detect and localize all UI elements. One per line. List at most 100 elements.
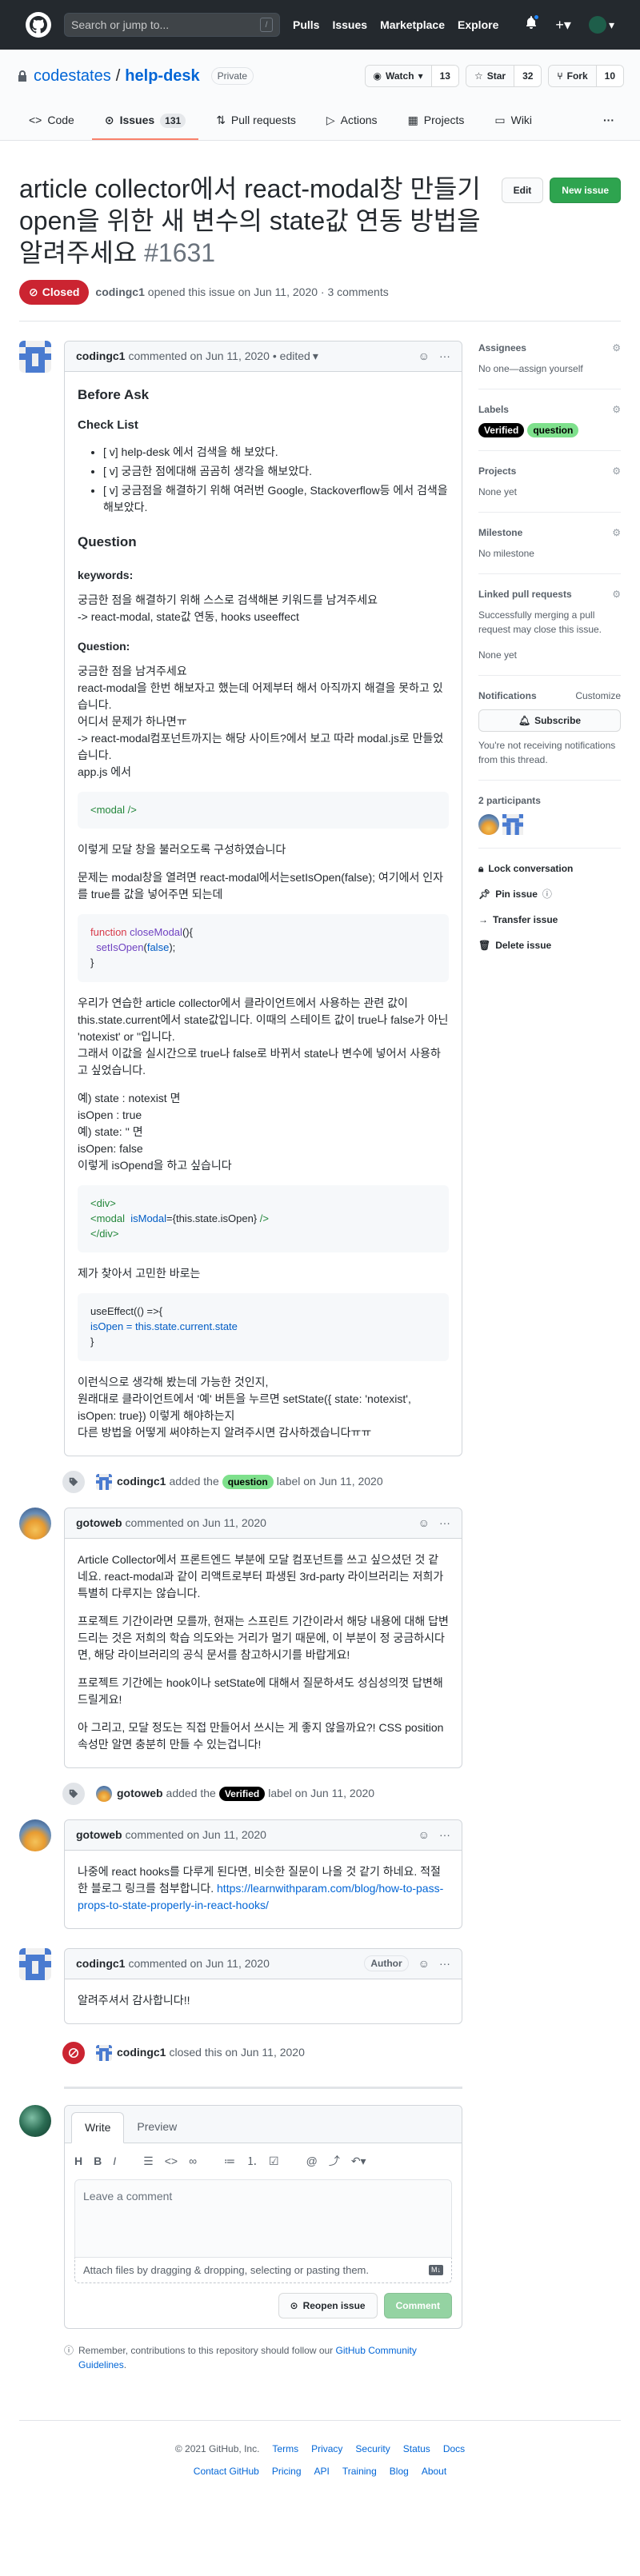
- watch-count[interactable]: 13: [431, 66, 458, 86]
- emoji-reaction-icon[interactable]: ☺: [418, 1515, 430, 1532]
- footer-link-about[interactable]: About: [422, 2464, 446, 2478]
- avatar-gotoweb-small[interactable]: [96, 1785, 112, 1802]
- footer-link-docs[interactable]: Docs: [443, 2442, 465, 2456]
- star-count[interactable]: 32: [514, 66, 542, 86]
- label-verified[interactable]: Verified: [478, 423, 525, 437]
- avatar-codingc1[interactable]: [19, 1947, 51, 1980]
- subscribe-button[interactable]: 🔔︎ Subscribe: [478, 709, 621, 732]
- notifications-bell-icon[interactable]: [525, 14, 541, 34]
- footer-link-status[interactable]: Status: [403, 2442, 430, 2456]
- event-actor[interactable]: gotoweb: [117, 1785, 163, 1802]
- nav-marketplace[interactable]: Marketplace: [380, 17, 445, 34]
- gear-icon[interactable]: ⚙: [612, 464, 621, 478]
- mention-icon[interactable]: @: [306, 2153, 318, 2170]
- bullet-list-icon[interactable]: ≔: [224, 2153, 235, 2170]
- more-tabs-button[interactable]: ···: [594, 106, 624, 140]
- avatar-codingc1-small[interactable]: [96, 1473, 112, 1490]
- avatar-codingc1[interactable]: [19, 341, 51, 373]
- write-tab[interactable]: Write: [71, 2111, 125, 2143]
- bold-icon[interactable]: B: [94, 2153, 102, 2170]
- preview-tab[interactable]: Preview: [124, 2112, 190, 2143]
- create-new-plus-icon[interactable]: +▾: [555, 14, 571, 36]
- reference-icon[interactable]: ⤴: [329, 2153, 340, 2170]
- comment-author[interactable]: codingc1: [76, 348, 125, 365]
- footer-link-training[interactable]: Training: [342, 2464, 377, 2478]
- tab-actions[interactable]: ▷ Actions: [314, 106, 390, 140]
- footer-link-contact[interactable]: Contact GitHub: [194, 2464, 259, 2478]
- repo-name-link[interactable]: help-desk: [125, 64, 199, 88]
- fork-button[interactable]: ⑂ Fork 10: [548, 65, 624, 87]
- label-question[interactable]: question: [222, 1474, 274, 1489]
- global-search-input[interactable]: Search or jump to... /: [64, 13, 280, 37]
- comment-menu-icon[interactable]: ···: [439, 1515, 450, 1532]
- code-icon[interactable]: <>: [165, 2153, 178, 2170]
- customize-link[interactable]: Customize: [575, 689, 621, 703]
- event-actor[interactable]: codingc1: [117, 1473, 166, 1490]
- avatar-gotoweb[interactable]: [19, 1507, 51, 1540]
- comment-menu-icon[interactable]: ···: [439, 348, 450, 365]
- comment-timestamp[interactable]: commented on Jun 11, 2020: [126, 1827, 266, 1843]
- label-question[interactable]: question: [527, 423, 579, 437]
- comment-author[interactable]: gotoweb: [76, 1515, 122, 1532]
- comment-submit-button[interactable]: Comment: [383, 2293, 452, 2319]
- reply-icon[interactable]: ↶▾: [351, 2153, 366, 2170]
- gear-icon[interactable]: ⚙: [612, 587, 621, 601]
- current-user-avatar[interactable]: [19, 2104, 51, 2137]
- tab-issues[interactable]: ⊙ Issues 131: [91, 106, 199, 140]
- emoji-reaction-icon[interactable]: ☺: [418, 348, 430, 365]
- nav-issues[interactable]: Issues: [332, 17, 367, 34]
- comment-author[interactable]: codingc1: [76, 1955, 125, 1972]
- tab-pull-requests[interactable]: ⇅ Pull requests: [203, 106, 309, 140]
- nav-explore[interactable]: Explore: [458, 17, 498, 34]
- watch-button[interactable]: ◉ Watch ▾ 13: [364, 65, 459, 87]
- reopen-issue-button[interactable]: ⊙ Reopen issue: [278, 2293, 378, 2319]
- footer-link-security[interactable]: Security: [355, 2442, 390, 2456]
- comment-timestamp[interactable]: commented on Jun 11, 2020: [128, 348, 269, 365]
- comment-author[interactable]: gotoweb: [76, 1827, 122, 1843]
- footer-link-pricing[interactable]: Pricing: [272, 2464, 302, 2478]
- tab-projects[interactable]: ▦ Projects: [395, 106, 478, 140]
- markdown-icon[interactable]: M↓: [428, 2264, 443, 2276]
- github-logo-icon[interactable]: [26, 12, 51, 38]
- user-menu[interactable]: ▾: [588, 16, 614, 34]
- emoji-reaction-icon[interactable]: ☺: [418, 1827, 430, 1843]
- footer-link-blog[interactable]: Blog: [390, 2464, 409, 2478]
- participant-avatar[interactable]: [502, 814, 523, 835]
- delete-issue-button[interactable]: 🗑︎ Delete issue: [478, 938, 621, 953]
- gear-icon[interactable]: ⚙: [612, 525, 621, 540]
- participant-avatar[interactable]: [478, 814, 499, 835]
- gear-icon[interactable]: ⚙: [612, 341, 621, 355]
- comment-menu-icon[interactable]: ···: [439, 1827, 450, 1843]
- link-icon[interactable]: ∞: [189, 2153, 197, 2170]
- new-issue-button[interactable]: New issue: [550, 178, 621, 203]
- footer-link-api[interactable]: API: [314, 2464, 330, 2478]
- nav-pulls[interactable]: Pulls: [293, 17, 319, 34]
- transfer-issue-button[interactable]: → Transfer issue: [478, 913, 621, 927]
- tab-code[interactable]: <> Code: [16, 106, 87, 140]
- repo-owner-link[interactable]: codestates: [34, 64, 111, 88]
- lock-conversation-button[interactable]: 🔒︎ Lock conversation: [478, 861, 621, 876]
- issue-author[interactable]: codingc1: [95, 286, 144, 298]
- footer-link-privacy[interactable]: Privacy: [311, 2442, 342, 2456]
- comment-timestamp[interactable]: commented on Jun 11, 2020: [126, 1515, 266, 1532]
- fork-count[interactable]: 10: [596, 66, 623, 86]
- italic-icon[interactable]: I: [113, 2153, 116, 2170]
- gear-icon[interactable]: ⚙: [612, 402, 621, 417]
- edited-dropdown[interactable]: • edited: [273, 348, 310, 365]
- event-actor[interactable]: codingc1: [117, 2044, 166, 2061]
- emoji-reaction-icon[interactable]: ☺: [418, 1955, 430, 1972]
- attach-files-zone[interactable]: Attach files by dragging & dropping, sel…: [74, 2257, 452, 2284]
- edit-title-button[interactable]: Edit: [501, 178, 544, 203]
- pin-issue-button[interactable]: 📌︎ Pin issue ⓘ: [478, 887, 621, 901]
- avatar-codingc1-small[interactable]: [96, 2044, 112, 2061]
- comment-textarea[interactable]: Leave a comment: [74, 2179, 452, 2258]
- heading-icon[interactable]: H: [74, 2153, 82, 2170]
- label-verified[interactable]: Verified: [218, 1786, 266, 1801]
- comment-menu-icon[interactable]: ···: [439, 1955, 450, 1972]
- numbered-list-icon[interactable]: ⒈: [246, 2153, 258, 2170]
- avatar-gotoweb[interactable]: [19, 1819, 51, 1851]
- task-list-icon[interactable]: ☑: [269, 2153, 279, 2170]
- comment-timestamp[interactable]: commented on Jun 11, 2020: [128, 1955, 269, 1972]
- tab-wiki[interactable]: ▭ Wiki: [482, 106, 545, 140]
- star-button[interactable]: ☆ Star 32: [465, 65, 542, 87]
